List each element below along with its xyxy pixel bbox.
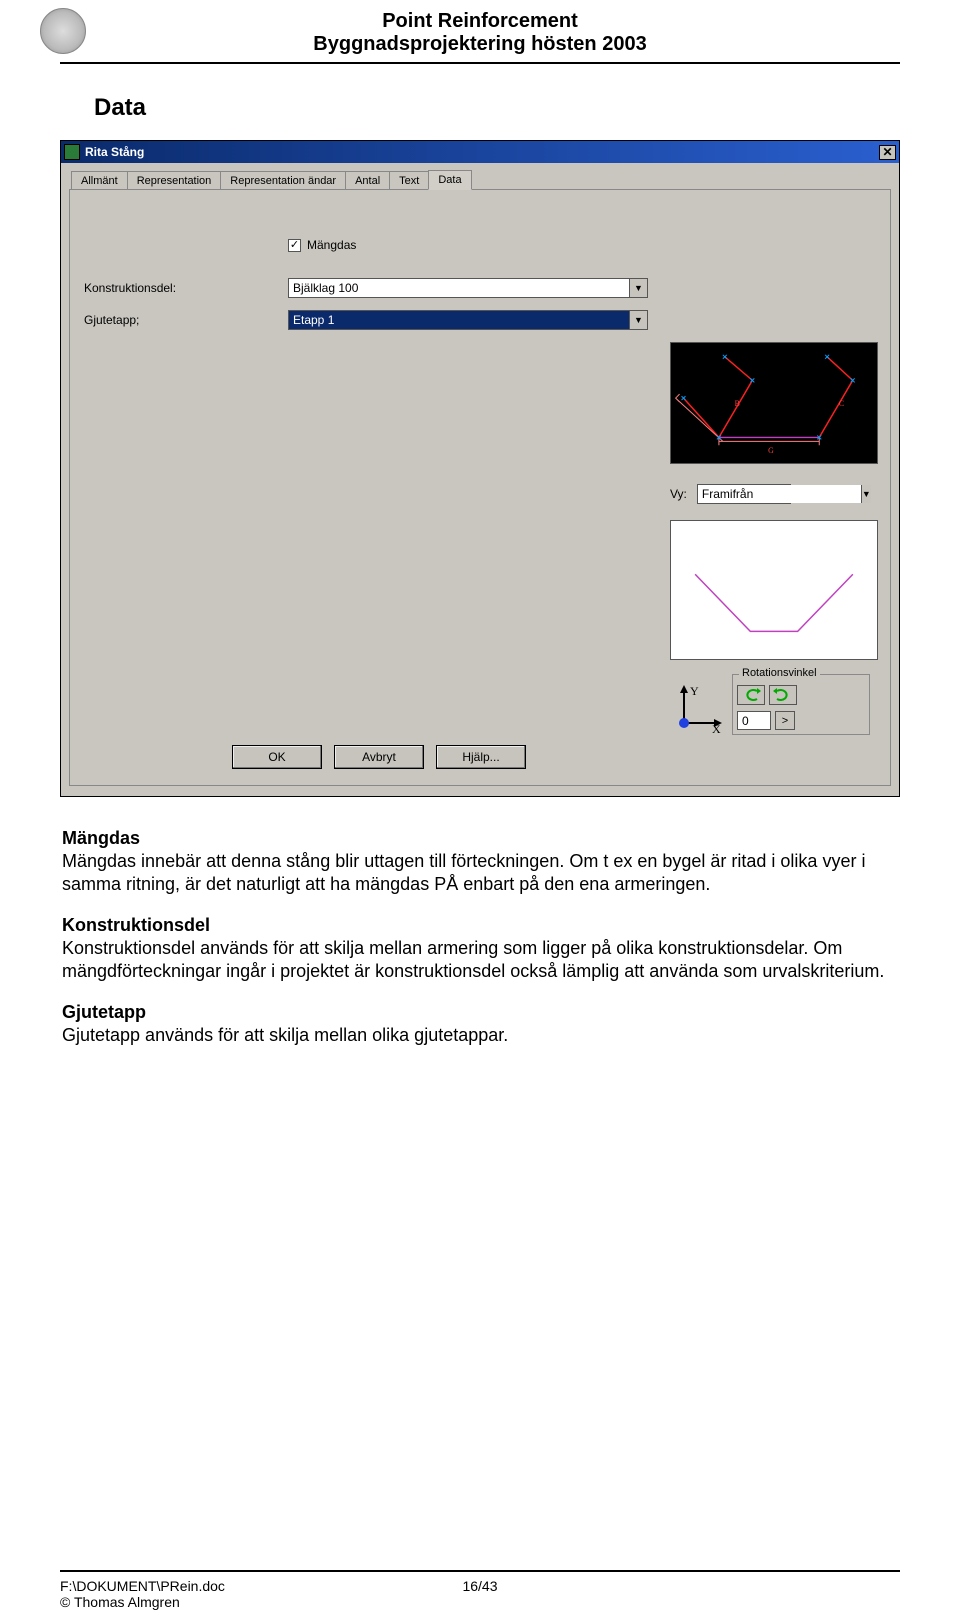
mangdas-checkbox[interactable]: ✓ [288,239,301,252]
close-button[interactable]: ✕ [879,145,896,160]
ok-button[interactable]: OK [232,745,322,769]
close-icon: ✕ [882,145,892,159]
page-footer: F:\DOKUMENT\PRein.doc Thomas Almgren 16/… [60,1570,900,1610]
konstruktionsdel-input[interactable] [289,279,629,297]
vy-input[interactable] [698,485,861,503]
chevron-down-icon[interactable]: ▼ [629,279,647,297]
cancel-button[interactable]: Avbryt [334,745,424,769]
vy-combo[interactable]: ▼ [697,484,791,504]
institution-seal-icon [40,8,86,54]
rotation-value-input[interactable] [737,711,771,730]
axis-x-label: X [712,722,721,735]
dialog-title: Rita Stång [85,145,879,159]
gjutetapp-input[interactable] [289,311,629,329]
tab-strip: Allmänt Representation Representation än… [71,169,891,189]
footer-path: F:\DOKUMENT\PRein.doc [60,1578,430,1594]
footer-page-number: 16/43 [430,1578,530,1610]
dialog-window: Rita Stång ✕ Allmänt Representation Repr… [60,140,900,797]
tab-panel-data: ✓ Mängdas Konstruktionsdel: ▼ Gjutetapp; [69,189,891,786]
app-icon [64,144,80,160]
header-title-2: Byggnadsprojektering hösten 2003 [60,33,900,56]
konstruktionsdel-paragraph: Konstruktionsdel används för att skilja … [62,937,898,983]
vy-label: Vy: [670,487,687,501]
chevron-down-icon[interactable]: ▼ [861,485,871,503]
mangdas-paragraph: Mängdas innebär att denna stång blir utt… [62,850,898,896]
konstruktionsdel-heading: Konstruktionsdel [62,914,898,937]
gjutetapp-combo[interactable]: ▼ [288,310,648,330]
svg-text:G: G [768,446,774,455]
konstruktionsdel-combo[interactable]: ▼ [288,278,648,298]
bar-shape-preview: G B C [670,342,878,464]
rotate-cw-button[interactable] [769,685,797,705]
tab-antal[interactable]: Antal [345,171,390,190]
gjutetapp-paragraph: Gjutetapp används för att skilja mellan … [62,1024,898,1047]
tab-representation[interactable]: Representation [127,171,222,190]
axis-y-label: Y [690,684,699,698]
tab-allmant[interactable]: Allmänt [71,171,128,190]
help-button[interactable]: Hjälp... [436,745,526,769]
gjutetapp-heading: Gjutetapp [62,1001,898,1024]
footer-author: Thomas Almgren [60,1594,430,1610]
header-title-1: Point Reinforcement [60,10,900,33]
rotation-legend: Rotationsvinkel [739,667,820,679]
mangdas-heading: Mängdas [62,827,898,850]
rotation-group: Rotationsvinkel [732,674,870,735]
svg-text:B: B [735,399,740,408]
section-heading: Data [94,94,900,122]
tab-text[interactable]: Text [389,171,429,190]
bar-view-preview [670,520,878,660]
axis-indicator: Y X [670,679,726,735]
document-header: Point Reinforcement Byggnadsprojektering… [60,10,900,64]
konstruktionsdel-label: Konstruktionsdel: [84,281,288,295]
mangdas-checkbox-label: Mängdas [307,238,356,252]
tab-data[interactable]: Data [428,170,471,190]
rotation-step-button[interactable]: > [775,711,795,730]
dialog-titlebar: Rita Stång ✕ [61,141,899,163]
svg-text:C: C [839,399,844,408]
tab-representation-andar[interactable]: Representation ändar [220,171,346,190]
gjutetapp-label: Gjutetapp; [84,313,288,327]
chevron-down-icon[interactable]: ▼ [629,311,647,329]
rotate-ccw-button[interactable] [737,685,765,705]
body-text: Mängdas Mängdas innebär att denna stång … [62,827,898,1047]
